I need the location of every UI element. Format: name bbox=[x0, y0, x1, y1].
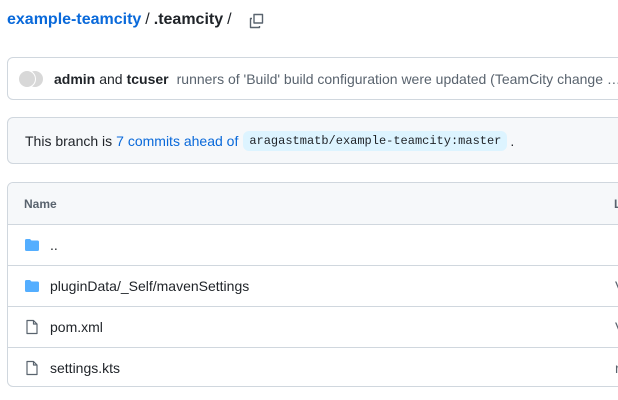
avatar bbox=[18, 69, 36, 88]
table-row[interactable]: pluginData/_Self/mavenSettings V bbox=[8, 266, 618, 307]
table-row[interactable]: pom.xml V bbox=[8, 307, 618, 348]
breadcrumb-repo-link[interactable]: example-teamcity bbox=[7, 11, 141, 29]
commit-message-link[interactable]: runners of 'Build' build configuration w… bbox=[177, 71, 618, 87]
breadcrumb-separator: / bbox=[227, 11, 232, 28]
column-header-name: Name bbox=[24, 196, 57, 211]
commit-author[interactable]: admin bbox=[54, 71, 95, 87]
folder-icon bbox=[25, 280, 39, 292]
file-name-link[interactable]: .. bbox=[50, 237, 58, 253]
latest-commit-bar: admin and tcuser runners of 'Build' buil… bbox=[7, 57, 618, 100]
author-avatars[interactable] bbox=[18, 69, 46, 88]
branch-status-period: . bbox=[510, 132, 515, 149]
column-header-last-commit: L bbox=[614, 197, 618, 211]
branch-status-text: This branch is bbox=[25, 132, 113, 149]
commit-author[interactable]: tcuser bbox=[127, 71, 169, 87]
file-table: Name L .. pluginData/_Self/mavenSettings… bbox=[7, 182, 618, 387]
table-row-parent-dir[interactable]: .. bbox=[8, 225, 618, 266]
upstream-ref: aragastmatb/example-teamcity:master bbox=[243, 130, 508, 151]
commit-author-joiner: and bbox=[99, 70, 123, 87]
file-name-link[interactable]: pom.xml bbox=[50, 319, 103, 335]
breadcrumb: example-teamcity / .teamcity / bbox=[7, 11, 236, 29]
table-header: Name L bbox=[8, 183, 618, 225]
file-icon bbox=[26, 319, 38, 335]
breadcrumb-current-folder: .teamcity bbox=[153, 11, 224, 28]
branch-status-banner: This branch is 7 commits ahead of aragas… bbox=[7, 117, 618, 164]
folder-icon bbox=[25, 239, 39, 251]
file-icon bbox=[26, 360, 38, 376]
breadcrumb-separator: / bbox=[145, 11, 150, 28]
file-name-link[interactable]: settings.kts bbox=[50, 360, 120, 376]
copy-path-icon[interactable] bbox=[249, 13, 265, 29]
table-row[interactable]: settings.kts r bbox=[8, 348, 618, 386]
commits-ahead-link[interactable]: 7 commits ahead of bbox=[116, 133, 238, 149]
file-name-link[interactable]: pluginData/_Self/mavenSettings bbox=[50, 278, 249, 294]
